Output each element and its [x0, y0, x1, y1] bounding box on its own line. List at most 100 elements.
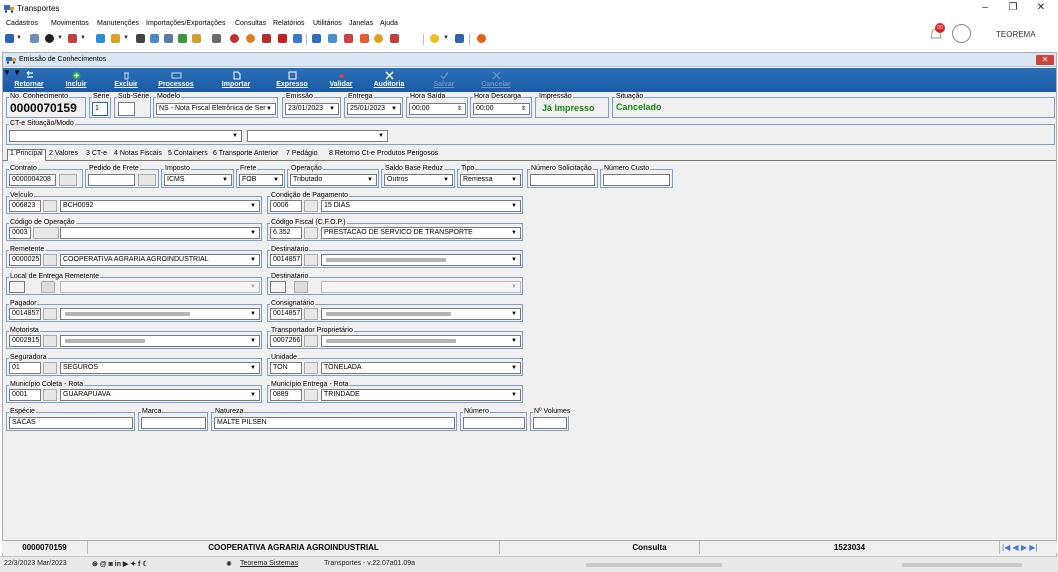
- refresh-icon[interactable]: [374, 34, 383, 43]
- hora-descarga-input[interactable]: 00:00 ⇕: [473, 103, 530, 115]
- pagador-select[interactable]: ▼: [60, 308, 260, 320]
- subserie-input[interactable]: [118, 102, 135, 116]
- window-icon[interactable]: [293, 34, 302, 43]
- menu-manutencoes[interactable]: Manutenções: [97, 20, 139, 27]
- printer-icon[interactable]: [212, 34, 221, 43]
- mun-entrega-code-input[interactable]: 0889: [270, 389, 302, 401]
- avatar[interactable]: [952, 24, 971, 43]
- volumes-input[interactable]: [533, 417, 567, 429]
- numero-input[interactable]: [463, 417, 525, 429]
- codop-select[interactable]: ▼: [60, 227, 260, 239]
- menu-relatorios[interactable]: Relatórios: [273, 20, 305, 27]
- menu-cadastros[interactable]: Cadastros: [6, 20, 38, 27]
- search-icon[interactable]: [59, 174, 77, 186]
- serie-input[interactable]: 1: [92, 102, 108, 116]
- document-icon[interactable]: [5, 34, 14, 43]
- transportador-select[interactable]: ▼: [321, 335, 521, 347]
- dropdown-arrow-icon[interactable]: ▼: [16, 35, 22, 41]
- emissao-date[interactable]: 23/01/2023 ▼: [285, 103, 339, 115]
- form-close-button[interactable]: ✕: [1036, 55, 1054, 65]
- clock-icon[interactable]: [246, 34, 255, 43]
- veiculo-select[interactable]: BCH0092 ▼: [60, 200, 260, 212]
- unidade-select[interactable]: TONELADA ▼: [321, 362, 521, 374]
- record-navigation-icon[interactable]: |◀ ◀ ▶ ▶|: [1002, 541, 1037, 554]
- calendar-icon[interactable]: [344, 34, 353, 43]
- operacao-select[interactable]: Tributado ▼: [290, 174, 377, 186]
- cfop-code-input[interactable]: 6.352: [270, 227, 302, 239]
- dropdown-arrow-icon[interactable]: ▼: [57, 35, 63, 41]
- motorista-select[interactable]: ▼: [60, 335, 260, 347]
- star-icon[interactable]: [430, 34, 439, 43]
- truck-icon[interactable]: [68, 34, 77, 43]
- search-icon[interactable]: [304, 227, 318, 239]
- screen-icon[interactable]: [455, 34, 464, 43]
- dropdown-arrow-icon[interactable]: ▼: [123, 35, 129, 41]
- search-icon[interactable]: [304, 389, 318, 401]
- remetente-code-input[interactable]: 0000025: [9, 254, 41, 266]
- pedido-input[interactable]: [88, 174, 135, 186]
- search-icon[interactable]: [43, 389, 57, 401]
- salvar-button[interactable]: Salvar: [427, 68, 461, 92]
- tab-valores[interactable]: 2 Valores: [49, 150, 78, 157]
- power-icon[interactable]: [477, 34, 486, 43]
- menu-movimentos[interactable]: Movimentos: [51, 20, 89, 27]
- retornar-button[interactable]: Retornar: [9, 68, 49, 92]
- search-icon[interactable]: [304, 308, 318, 320]
- cte-modo-select[interactable]: ▼: [247, 130, 388, 142]
- veiculo-code-input[interactable]: 006823: [9, 200, 41, 212]
- remetente-select[interactable]: COOPERATIVA AGRARIA AGROINDUSTRIAL ▼: [60, 254, 260, 266]
- modelo-select[interactable]: NS - Nota Fiscal Eletrônica de Ser ▼: [156, 103, 276, 115]
- destinatario-code-input[interactable]: 0014857: [270, 254, 302, 266]
- cancelar-button[interactable]: Cancelar: [475, 68, 517, 92]
- contrato-input[interactable]: 0000004208: [9, 174, 56, 186]
- menu-ajuda[interactable]: Ajuda: [380, 20, 398, 27]
- menu-consultas[interactable]: Consultas: [235, 20, 266, 27]
- mun-entrega-select[interactable]: TRINDADE ▼: [321, 389, 521, 401]
- mun-coleta-select[interactable]: GUARAPUAVA ▼: [60, 389, 260, 401]
- dropdown-arrow-icon[interactable]: ▼: [443, 35, 449, 41]
- importar-button[interactable]: Importar: [214, 68, 258, 92]
- truck2-icon[interactable]: [262, 34, 271, 43]
- tab-notas-fiscais[interactable]: 4 Notas Fiscais: [114, 150, 162, 157]
- destinatario2-select[interactable]: ▼: [321, 281, 521, 293]
- search-icon[interactable]: [304, 335, 318, 347]
- motorista-code-input[interactable]: 0002915: [9, 335, 41, 347]
- search-icon[interactable]: [304, 362, 318, 374]
- tab-principal[interactable]: 1 Principal: [7, 149, 46, 161]
- network-icon[interactable]: [164, 34, 173, 43]
- unidade-code-input[interactable]: TON: [270, 362, 302, 374]
- condicao-code-input[interactable]: 0006: [270, 200, 302, 212]
- especie-input[interactable]: SACAS: [9, 417, 133, 429]
- cfop-select[interactable]: PRESTACAO DE SERVICO DE TRANSPORTE ▼: [321, 227, 521, 239]
- search-icon[interactable]: [138, 174, 156, 186]
- search-icon[interactable]: [43, 254, 57, 266]
- search-icon[interactable]: [304, 200, 318, 212]
- tab-transporte-anterior[interactable]: 6 Transporte Anterior: [213, 150, 278, 157]
- transportador-code-input[interactable]: 0007266: [270, 335, 302, 347]
- tab-pedagio[interactable]: 7 Pedágio: [286, 150, 318, 157]
- consignatario-select[interactable]: ▼: [321, 308, 521, 320]
- consignatario-code-input[interactable]: 0014857: [270, 308, 302, 320]
- destinatario2-code-input[interactable]: [270, 281, 286, 293]
- tab-retorno-cte[interactable]: 8 Retorno Ct-e: [329, 150, 375, 157]
- local-entrega-code-input[interactable]: [9, 281, 25, 293]
- dropdown-arrow-icon[interactable]: ▼: [80, 35, 86, 41]
- processos-button[interactable]: Processos: [153, 68, 199, 92]
- grid-icon[interactable]: [150, 34, 159, 43]
- folder-icon[interactable]: [111, 34, 120, 43]
- num-custo-input[interactable]: [603, 174, 670, 186]
- frete-select[interactable]: FOB ▼: [239, 174, 283, 186]
- database-icon[interactable]: [328, 34, 337, 43]
- calculator-icon[interactable]: [312, 34, 321, 43]
- tipo-select[interactable]: Remessa ▼: [460, 174, 521, 186]
- search-icon[interactable]: [43, 308, 57, 320]
- search-icon[interactable]: [304, 254, 318, 266]
- search-icon[interactable]: [33, 227, 59, 239]
- hora-saida-input[interactable]: 00:00 ⇕: [409, 103, 466, 115]
- natureza-input[interactable]: MALTE PILSEN: [214, 417, 455, 429]
- chart-icon[interactable]: [178, 34, 187, 43]
- pagador-code-input[interactable]: 0014857: [9, 308, 41, 320]
- local-entrega-select[interactable]: ▼: [60, 281, 260, 293]
- expresso-button[interactable]: Expresso: [271, 68, 313, 92]
- social-icons[interactable]: ⊛ @ ◙ in ▶ ✦ f ☾: [92, 560, 149, 568]
